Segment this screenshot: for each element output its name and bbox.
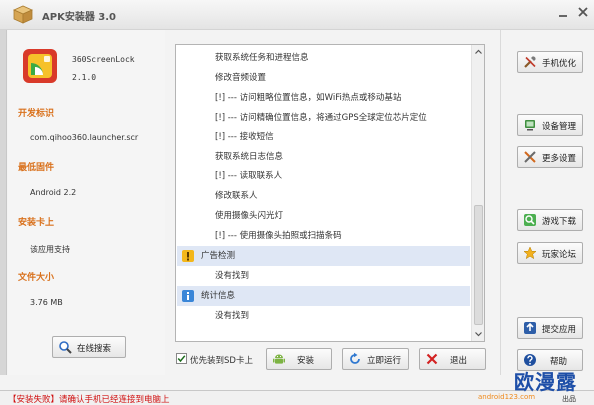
more-settings-button[interactable]: 更多设置	[517, 146, 583, 168]
window-title: APK安装器 3.0	[42, 12, 117, 23]
run-now-button[interactable]: 立即运行	[342, 348, 409, 370]
upload-icon	[524, 322, 536, 334]
stats-section-header: 统计信息	[177, 286, 470, 306]
magnifier-icon	[59, 341, 72, 354]
exit-button[interactable]: 退出	[419, 348, 486, 370]
list-item: 修改音频设置	[215, 73, 267, 83]
ads-section-value: 没有找到	[215, 271, 250, 281]
developer-label: 开发标识	[18, 109, 55, 119]
online-search-label: 在线搜索	[77, 344, 112, 354]
title-bar: APK安装器 3.0	[0, 0, 594, 30]
scroll-up-arrow-icon[interactable]	[472, 45, 485, 59]
watermark-url: android123.com	[478, 393, 536, 401]
sd-card-checkbox[interactable]	[176, 353, 187, 364]
phone-optimize-label: 手机优化	[542, 59, 577, 69]
list-item: [!] --- 读取联系人	[215, 171, 283, 181]
list-item: 获取系统日志信息	[215, 152, 284, 162]
install-location-label: 安装卡上	[18, 218, 55, 228]
info-icon	[182, 290, 194, 302]
tools-icon	[524, 56, 536, 68]
install-button-label: 安装	[297, 356, 315, 366]
submit-app-label: 提交应用	[542, 325, 577, 335]
action-panel: 手机优化 设备管理 更多设置 游戏下载 玩家论坛 提交应用 帮助	[500, 30, 594, 375]
permission-list[interactable]: 获取系统任务和进程信息 修改音频设置 [!] --- 访问粗略位置信息，如WiF…	[175, 44, 485, 342]
list-scrollbar[interactable]	[471, 45, 484, 341]
apk-installer-window: APK安装器 3.0 360ScreenLock 2.1.0 开发标识 com.…	[0, 0, 594, 405]
app-logo-icon	[23, 49, 57, 83]
list-item: [!] --- 访问粗略位置信息，如WiFi热点或移动基站	[215, 93, 402, 103]
submit-app-button[interactable]: 提交应用	[517, 317, 583, 339]
background-window-edge	[0, 30, 7, 375]
sd-card-checkbox-label[interactable]: 优先装到SD卡上	[190, 354, 253, 366]
scrollbar-thumb[interactable]	[474, 205, 483, 325]
phone-optimize-button[interactable]: 手机优化	[517, 51, 583, 73]
ads-section-header: 广告检测	[177, 246, 470, 266]
developer-value: com.qihoo360.launcher.scr	[30, 133, 139, 142]
player-forum-button[interactable]: 玩家论坛	[517, 242, 583, 264]
help-icon	[524, 354, 536, 366]
package-box-icon	[13, 5, 33, 24]
run-now-button-label: 立即运行	[367, 356, 402, 366]
watermark-tail: 出品	[562, 395, 576, 403]
install-button[interactable]: 安装	[266, 348, 332, 370]
refresh-icon	[350, 352, 360, 364]
online-search-button[interactable]: 在线搜索	[52, 336, 126, 358]
wrench-screwdriver-icon	[524, 151, 536, 163]
file-size-value: 3.76 MB	[30, 298, 63, 307]
list-item: 获取系统任务和进程信息	[215, 53, 309, 63]
close-icon[interactable]	[576, 5, 590, 19]
status-message: 【安装失败】请确认手机已经连接到电脑上	[8, 395, 170, 405]
list-item: [!] --- 接收短信	[215, 132, 274, 142]
checkmark-icon	[177, 355, 186, 363]
stats-section-value: 没有找到	[215, 311, 250, 321]
ads-section-label: 广告检测	[201, 251, 236, 261]
list-item: 使用摄像头闪光灯	[215, 211, 284, 221]
list-item: [!] --- 访问精确位置信息，将通过GPS全球定位芯片定位	[215, 113, 427, 123]
file-size-label: 文件大小	[18, 273, 55, 283]
app-info-panel: 360ScreenLock 2.1.0 开发标识 com.qihoo360.la…	[8, 30, 165, 375]
stats-section-label: 统计信息	[201, 291, 236, 301]
game-download-label: 游戏下载	[542, 217, 577, 227]
firmware-value: Android 2.2	[30, 188, 77, 197]
device-icon	[525, 120, 535, 131]
warning-icon	[182, 250, 194, 262]
install-location-value: 该应用支持	[30, 245, 70, 254]
app-name: 360ScreenLock	[72, 55, 135, 64]
list-item: 修改联系人	[215, 191, 258, 201]
list-item: [!] --- 使用摄像头拍照或扫描条码	[215, 231, 342, 241]
device-manage-button[interactable]: 设备管理	[517, 114, 583, 136]
player-forum-label: 玩家论坛	[542, 250, 577, 260]
star-icon	[523, 246, 537, 260]
firmware-label: 最低固件	[18, 163, 55, 173]
android-icon	[273, 354, 285, 364]
close-x-icon	[426, 353, 438, 365]
app-version: 2.1.0	[72, 73, 97, 82]
watermark-logo: 欧漫露	[514, 370, 577, 394]
game-download-button[interactable]: 游戏下载	[517, 209, 583, 231]
exit-button-label: 退出	[450, 356, 468, 366]
scroll-down-arrow-icon[interactable]	[472, 327, 485, 341]
device-manage-label: 设备管理	[542, 122, 577, 132]
minimize-icon[interactable]	[556, 6, 570, 20]
more-settings-label: 更多设置	[542, 154, 577, 164]
game-search-icon	[524, 214, 536, 226]
